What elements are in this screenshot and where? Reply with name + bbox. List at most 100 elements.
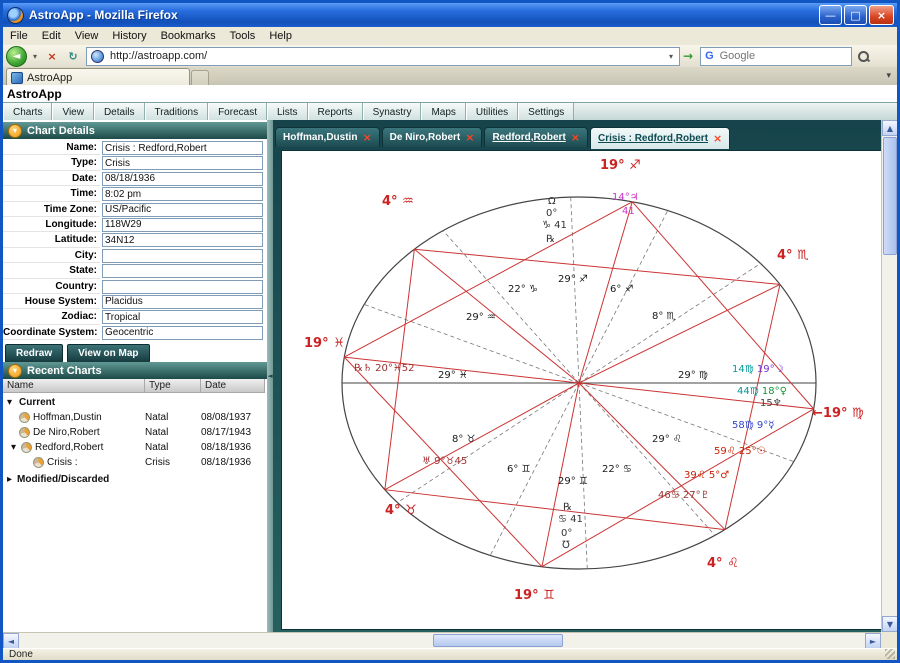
toolbar-synastry[interactable]: Synastry [363,103,422,121]
toolbar-maps[interactable]: Maps [421,103,465,121]
redraw-button[interactable]: Redraw [5,344,63,363]
tree-row-deniro[interactable]: De Niro,Robert Natal 08/17/1943 [3,427,265,441]
state-field[interactable] [102,264,263,278]
search-input[interactable] [718,49,832,63]
close-tab-icon[interactable]: × [713,132,722,145]
toolbar-charts[interactable]: Charts [3,103,52,121]
stop-button[interactable]: × [43,47,61,65]
type-field[interactable] [102,156,263,170]
toolbar-lists[interactable]: Lists [267,103,308,121]
back-dropdown-icon[interactable]: ▾ [30,47,40,65]
chart-tabs: Hoffman,Dustin × De Niro,Robert × Redfor… [275,127,730,149]
time-field[interactable] [102,187,263,201]
collapse-icon[interactable]: ▾ [8,364,22,378]
go-button[interactable]: → [683,49,693,63]
toolbar-settings[interactable]: Settings [518,103,574,121]
toolbar-reports[interactable]: Reports [308,103,363,121]
tree-group-modified-discarded[interactable]: ▸ Modified/Discarded [3,474,265,488]
horizontal-scroll-thumb[interactable] [433,634,563,647]
menu-edit[interactable]: Edit [35,28,68,44]
menu-tools[interactable]: Tools [223,28,263,44]
tree-row-redford[interactable]: ▾ Redford,Robert Natal 08/18/1936 [3,442,265,456]
view-on-map-button[interactable]: View on Map [67,344,149,363]
url-input[interactable] [108,49,669,64]
vertical-scrollbar[interactable]: ▲ ▼ [881,120,898,632]
minimize-button[interactable]: — [819,5,842,25]
angle-label: 4° ♉ [385,504,417,517]
scroll-down-icon[interactable]: ▼ [882,616,898,632]
planet-label: 59♌ 25°☉ [714,447,766,457]
longitude-field[interactable] [102,218,263,232]
recent-charts-header[interactable]: ▾ Recent Charts [3,362,267,379]
house-cusp-label: 8° ♉ [452,435,476,445]
chart-icon [21,442,32,453]
planet-label: ℞♄ 20°♓52 [354,364,415,374]
menu-help[interactable]: Help [262,28,299,44]
date-field[interactable] [102,172,263,186]
new-tab-stub[interactable] [191,70,209,86]
column-name[interactable]: Name [3,379,145,393]
scrollbar-corner [881,632,897,648]
close-tab-icon[interactable]: × [362,131,371,144]
splitter-collapse-icon[interactable]: ◄ [267,372,272,380]
url-dropdown-icon[interactable]: ▾ [669,52,679,61]
back-button[interactable]: ◄ [6,46,27,67]
tree-group-current[interactable]: ▾ Current [3,397,265,411]
field-label-latitude: Latitude: [3,232,100,247]
browser-tab-astroapp[interactable]: AstroApp [6,68,190,86]
toolbar-forecast[interactable]: Forecast [208,103,267,121]
tree-open-icon[interactable]: ▾ [7,397,12,408]
city-field[interactable] [102,249,263,263]
vertical-scroll-thumb[interactable] [883,137,897,255]
chart-tab-redford[interactable]: Redford,Robert × [484,127,588,147]
app-main: ▾ Chart Details Name: Type: Date: Time: … [3,120,897,632]
tree-open-icon[interactable]: ▾ [11,442,16,453]
scroll-right-icon[interactable]: ► [865,633,881,649]
toolbar-details[interactable]: Details [94,103,145,121]
house-cusp-label: 29° ♐ [558,275,588,285]
chart-icon [33,457,44,468]
close-tab-icon[interactable]: × [465,131,474,144]
reload-button[interactable]: ↻ [64,47,82,65]
house-cusp-label: 29° ♍ [678,371,708,381]
name-field[interactable] [102,141,263,155]
horizontal-scrollbar[interactable]: ◄ ► [3,632,881,649]
latitude-field[interactable] [102,233,263,247]
field-label-state: State: [3,263,100,278]
close-tab-icon[interactable]: × [571,131,580,144]
timezone-field[interactable] [102,203,263,217]
toolbar-utilities[interactable]: Utilities [466,103,518,121]
toolbar-traditions[interactable]: Traditions [145,103,209,121]
zodiac-field[interactable] [102,310,263,324]
menu-bookmarks[interactable]: Bookmarks [154,28,223,44]
search-icon[interactable] [857,50,870,63]
close-button[interactable]: × [869,5,894,25]
house-system-field[interactable] [102,295,263,309]
menu-file[interactable]: File [3,28,35,44]
tree-row-crisis[interactable]: Crisis : Crisis 08/18/1936 [3,457,265,471]
list-tabs-icon[interactable]: ▾ [886,71,891,81]
column-date[interactable]: Date [201,379,265,393]
scroll-up-icon[interactable]: ▲ [882,120,898,136]
chart-tab-crisis-redford[interactable]: Crisis : Redford,Robert × [590,127,730,149]
maximize-button[interactable]: □ [844,5,867,25]
house-cusp-label: 29° ♒ [466,313,496,323]
house-cusp-label: 29° ♌ [652,435,682,445]
column-type[interactable]: Type [145,379,201,393]
planet-label: 15♆ [760,399,782,409]
toolbar-view[interactable]: View [52,103,94,121]
coordinate-system-field[interactable] [102,326,263,340]
scroll-left-icon[interactable]: ◄ [3,633,19,649]
collapse-icon[interactable]: ▾ [8,124,22,138]
country-field[interactable] [102,280,263,294]
tree-closed-icon[interactable]: ▸ [7,474,12,485]
planet-label: ℞ [563,503,572,513]
chart-tab-deniro[interactable]: De Niro,Robert × [382,127,483,147]
menu-history[interactable]: History [105,28,153,44]
resize-grip[interactable] [885,649,895,659]
house-cusp-label: 8° ♏ [652,312,676,322]
menu-view[interactable]: View [68,28,106,44]
tree-row-hoffman[interactable]: Hoffman,Dustin Natal 08/08/1937 [3,412,265,426]
chart-tab-hoffman[interactable]: Hoffman,Dustin × [275,127,380,147]
chart-details-header[interactable]: ▾ Chart Details [3,122,267,139]
